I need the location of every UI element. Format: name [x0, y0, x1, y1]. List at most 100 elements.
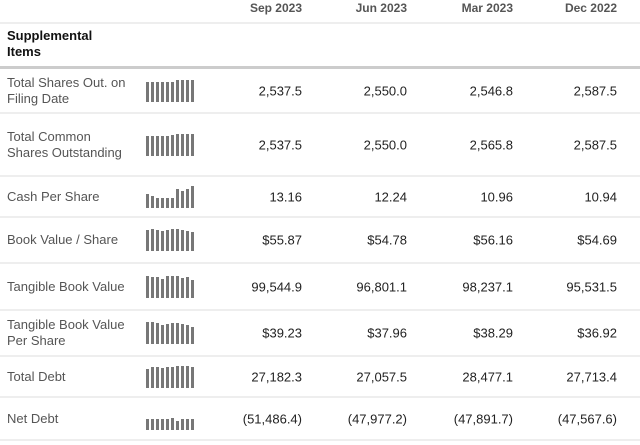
row-label: Book Value / Share [7, 232, 119, 247]
sparkline-bar [161, 418, 164, 430]
row-label: Tangible Book Value [7, 278, 125, 294]
row-value: $39.23 [262, 325, 302, 341]
row-value: 99,544.9 [251, 279, 302, 294]
sparkline-bar [156, 418, 159, 430]
sparkline-bar [171, 81, 174, 102]
sparkline-bar [146, 230, 149, 251]
row-value: 10.94 [584, 189, 617, 204]
row-value: (47,891.7) [453, 411, 513, 426]
sparkline-bar [181, 190, 184, 208]
sparkline-bar [176, 275, 179, 298]
sparkline-bar [186, 418, 189, 430]
sparkline-bar [181, 133, 184, 156]
sparkline[interactable] [146, 408, 196, 430]
section-title: Supplemental Items [7, 28, 93, 59]
row-value: 2,587.5 [573, 83, 617, 98]
sparkline-bar [156, 366, 159, 388]
column-header: Mar 2023 [461, 1, 513, 15]
row-value: 2,537.5 [258, 137, 302, 152]
sparkline-bar [161, 367, 164, 388]
sparkline-bar [181, 277, 184, 298]
sparkline[interactable] [146, 365, 196, 388]
sparkline-bar [151, 276, 154, 298]
sparkline-bar [191, 185, 194, 208]
sparkline-bar [156, 197, 159, 208]
sparkline[interactable] [146, 79, 196, 102]
table-row: Net Debt (51,486.4) (47,977.2) (47,891.7) (4… [0, 398, 640, 441]
sparkline-bar [146, 418, 149, 430]
sparkline-bar [156, 135, 159, 156]
sparkline[interactable] [146, 322, 196, 344]
sparkline-bar [171, 275, 174, 298]
table-row: Total Shares Out. on Filing Date 2,537.5 2… [0, 69, 640, 114]
sparkline-bar [171, 134, 174, 156]
sparkline-bar [161, 197, 164, 208]
sparkline-bar [156, 323, 159, 344]
row-label: Tangible Book Value Per Share [7, 317, 125, 348]
sparkline-bar [186, 188, 189, 208]
sparkline[interactable] [146, 133, 196, 156]
sparkline-bar [176, 323, 179, 344]
sparkline-bar [181, 230, 184, 251]
row-value: (47,977.2) [347, 411, 407, 426]
sparkline-bar [146, 135, 149, 156]
sparkline-bar [156, 230, 159, 251]
row-value: $36.92 [577, 325, 617, 341]
sparkline-bar [146, 193, 149, 208]
sparkline-bar [176, 79, 179, 102]
row-value: 98,237.1 [462, 279, 513, 294]
sparkline-bar [166, 135, 169, 156]
row-label: Cash Per Share [7, 188, 100, 204]
sparkline-bar [186, 365, 189, 388]
sparkline-bar [151, 229, 154, 251]
sparkline-bar [166, 324, 169, 344]
row-value: 28,477.1 [462, 369, 513, 384]
sparkline-bar [161, 81, 164, 102]
row-value: (51,486.4) [242, 411, 302, 426]
row-value: (47,567.6) [557, 411, 617, 426]
sparkline-bar [176, 133, 179, 156]
sparkline-bar [161, 231, 164, 251]
sparkline-bar [186, 276, 189, 298]
row-value: $37.96 [367, 325, 407, 341]
sparkline-bar [181, 324, 184, 344]
sparkline[interactable] [146, 275, 196, 298]
sparkline-bar [171, 323, 174, 344]
column-header-row: Sep 2023 Jun 2023 Mar 2023 Dec 2022 [0, 0, 640, 24]
sparkline-bar [186, 79, 189, 102]
sparkline-bar [151, 81, 154, 102]
sparkline-bar [176, 188, 179, 208]
sparkline-bar [191, 279, 194, 298]
row-value: 95,531.5 [566, 279, 617, 294]
sparkline[interactable] [146, 185, 196, 208]
row-value: 27,057.5 [356, 369, 407, 384]
sparkline-bar [176, 229, 179, 251]
row-value: 12.24 [374, 189, 407, 204]
sparkline[interactable] [146, 229, 196, 251]
row-value: 2,550.0 [363, 137, 407, 152]
row-value: 96,801.1 [356, 279, 407, 294]
row-value: 2,587.5 [573, 137, 617, 152]
sparkline-bar [171, 197, 174, 208]
sparkline-bar [191, 327, 194, 344]
table-row: Cash Per Share 13.16 12.24 10.96 10.94 [0, 177, 640, 218]
sparkline-bar [181, 418, 184, 430]
table-row: Book Value / Share $55.87 $54.78 $56.16 $54.… [0, 218, 640, 264]
sparkline-bar [161, 325, 164, 344]
sparkline-bar [191, 418, 194, 430]
row-value: 10.96 [480, 189, 513, 204]
sparkline-bar [156, 81, 159, 102]
sparkline-bar [146, 275, 149, 298]
sparkline-bar [151, 366, 154, 388]
row-value: $56.16 [473, 232, 513, 248]
table-row: Total Common Shares Outstanding 2,537.5 2,… [0, 114, 640, 177]
sparkline-bar [191, 133, 194, 156]
sparkline-bar [146, 322, 149, 344]
sparkline-bar [146, 368, 149, 388]
column-header: Jun 2023 [355, 1, 407, 15]
column-header: Dec 2022 [564, 1, 617, 15]
column-header: Sep 2023 [249, 1, 302, 15]
row-value: 13.16 [269, 189, 302, 204]
row-value: $55.87 [262, 232, 302, 248]
sparkline-bar [156, 276, 159, 298]
